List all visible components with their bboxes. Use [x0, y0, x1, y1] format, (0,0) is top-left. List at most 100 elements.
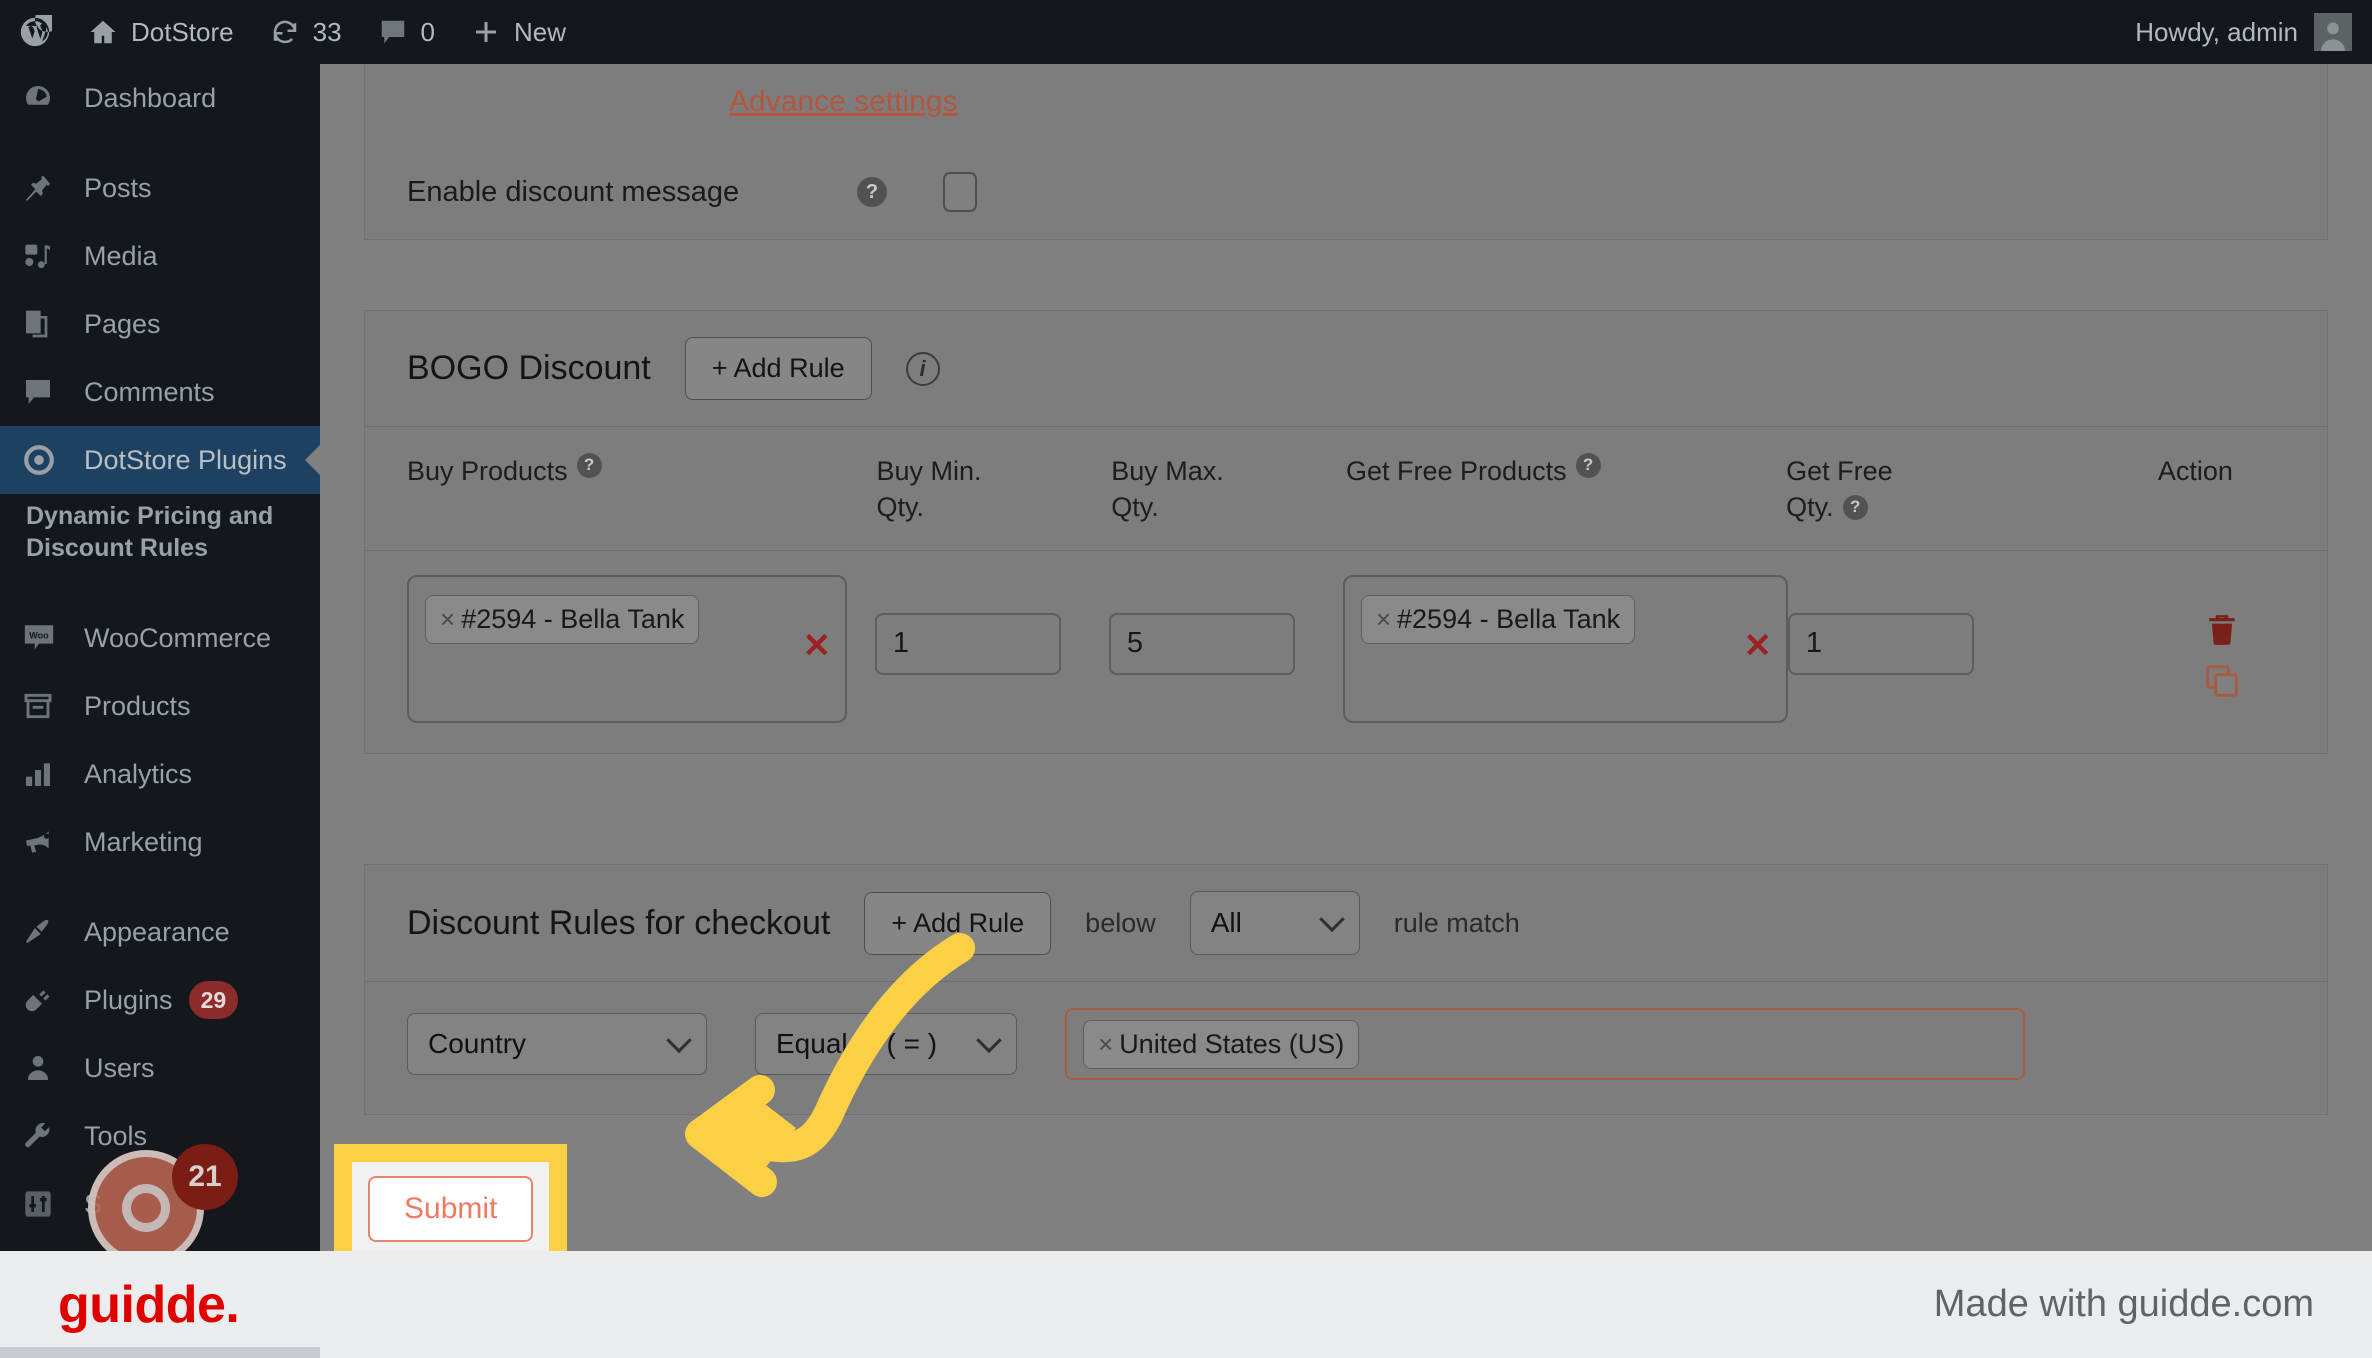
tag-remove-x-icon[interactable]: ×: [440, 604, 455, 635]
question-mark-icon[interactable]: ?: [857, 177, 887, 207]
sidebar-item-label: Products: [84, 690, 191, 721]
question-mark-icon[interactable]: ?: [1842, 495, 1868, 521]
rule-field-select[interactable]: Country: [407, 1013, 707, 1075]
rule-match-value: All: [1210, 907, 1242, 938]
clear-all-x-icon[interactable]: ✕: [803, 629, 832, 663]
bogo-rules-table: Buy Products ? Buy Min. Qty. Buy Max. Qt…: [365, 427, 2327, 753]
column-header-label-line1: Get Free: [1786, 456, 1893, 486]
get-free-products-multiselect[interactable]: × #2594 - Bella Tank ✕: [1342, 574, 1788, 723]
column-header-action: Action: [2158, 453, 2285, 526]
sidebar-item-label: WooCommerce: [84, 622, 272, 653]
checkout-rules-panel: Discount Rules for checkout + Add Rule b…: [364, 864, 2328, 1115]
analytics-bars-icon: [22, 758, 70, 790]
comments-icon: [22, 376, 70, 408]
sidebar-item-label: Posts: [84, 172, 152, 203]
updates-icon: [270, 17, 300, 47]
appearance-brush-icon: [22, 916, 70, 948]
question-mark-icon[interactable]: ?: [576, 453, 602, 478]
user-avatar-icon: [2314, 13, 2352, 51]
buy-min-qty-cell: [874, 575, 1109, 723]
sidebar-item-woocommerce[interactable]: Woo WooCommerce: [0, 604, 320, 672]
sidebar-item-label: Dashboard: [84, 82, 217, 113]
sidebar-item-pages[interactable]: Pages: [0, 290, 320, 358]
pages-icon: [22, 308, 70, 340]
comments-button[interactable]: 0: [360, 0, 453, 64]
submit-button[interactable]: Submit: [368, 1176, 534, 1242]
site-name-button[interactable]: DotStore: [70, 0, 252, 64]
column-header-label-line1: Buy Max.: [1111, 456, 1224, 486]
sidebar-item-plugins[interactable]: Plugins 29: [0, 966, 320, 1034]
products-box-icon: [22, 690, 70, 722]
sidebar-item-label: DotStore Plugins: [84, 444, 287, 475]
sidebar-item-media[interactable]: Media: [0, 222, 320, 290]
new-content-button[interactable]: New: [453, 0, 584, 64]
sidebar-item-marketing[interactable]: Marketing: [0, 808, 320, 876]
comments-count: 0: [420, 16, 435, 47]
copy-duplicate-icon[interactable]: [2203, 662, 2241, 705]
recording-step-badge: 21: [172, 1144, 238, 1210]
column-header-buy-max-qty: Buy Max. Qty.: [1111, 453, 1346, 526]
question-mark-icon[interactable]: ?: [1575, 453, 1601, 478]
sidebar-item-label: Appearance: [84, 916, 230, 947]
sidebar-separator: [0, 582, 320, 604]
updates-count: 33: [312, 16, 342, 47]
get-free-qty-cell: [1787, 575, 2158, 723]
sidebar-item-users[interactable]: Users: [0, 1034, 320, 1102]
buy-products-multiselect[interactable]: × #2594 - Bella Tank ✕: [407, 574, 847, 723]
rule-field-value: Country: [428, 1028, 527, 1059]
tag-remove-x-icon[interactable]: ×: [1098, 1029, 1113, 1060]
bogo-discount-panel: BOGO Discount + Add Rule i Buy Products …: [364, 310, 2328, 754]
sidebar-item-posts[interactable]: Posts: [0, 154, 320, 222]
buy-max-qty-input[interactable]: [1108, 612, 1295, 675]
rule-match-select[interactable]: All: [1189, 891, 1360, 955]
sidebar-item-comments[interactable]: Comments: [0, 358, 320, 426]
comment-bubble-icon: [378, 17, 408, 47]
settings-sliders-icon: [22, 1188, 70, 1220]
clear-all-x-icon[interactable]: ✕: [1743, 629, 1772, 663]
sidebar-item-label: Users: [84, 1052, 155, 1083]
sidebar-item-analytics[interactable]: Analytics: [0, 740, 320, 808]
product-tag-label: #2594 - Bella Tank: [461, 603, 685, 634]
wordpress-logo-button[interactable]: [0, 0, 70, 64]
plus-icon: [471, 17, 501, 47]
sidebar-item-dotstore-plugins[interactable]: DotStore Plugins: [0, 426, 320, 494]
checkout-add-rule-button[interactable]: + Add Rule: [864, 891, 1052, 955]
column-header-get-free-qty: Get Free Qty. ?: [1786, 453, 2158, 526]
rule-value-multiselect[interactable]: × United States (US): [1065, 1008, 2025, 1080]
updates-button[interactable]: 33: [252, 0, 360, 64]
table-row: × #2594 - Bella Tank ✕ 1 5 × #2594 - Bel…: [365, 551, 2327, 753]
home-icon: [88, 17, 118, 47]
pin-icon: [22, 172, 70, 204]
dashboard-icon: [22, 82, 70, 114]
sidebar-item-dashboard[interactable]: Dashboard: [0, 64, 320, 132]
advance-settings-link[interactable]: Advance settings: [729, 64, 957, 145]
sidebar-item-label: Comments: [84, 376, 215, 407]
info-circle-icon[interactable]: i: [905, 351, 940, 386]
rule-operator-select[interactable]: Equal to ( = ): [755, 1013, 1017, 1075]
bogo-panel-title: BOGO Discount: [407, 349, 651, 387]
product-tag[interactable]: × #2594 - Bella Tank: [425, 594, 700, 644]
column-header-label-line2: Qty.: [1111, 492, 1159, 523]
get-free-qty-input[interactable]: [1787, 612, 1974, 675]
trash-can-icon[interactable]: [2203, 611, 2241, 654]
sidebar-item-products[interactable]: Products: [0, 672, 320, 740]
country-tag[interactable]: × United States (US): [1083, 1019, 1360, 1069]
sidebar-item-appearance[interactable]: Appearance: [0, 898, 320, 966]
product-tag[interactable]: × #2594 - Bella Tank: [1360, 594, 1636, 644]
users-icon: [22, 1052, 70, 1084]
svg-text:Woo: Woo: [29, 631, 49, 641]
sidebar-item-label: Pages: [84, 308, 161, 339]
account-menu[interactable]: Howdy, admin: [2135, 13, 2372, 51]
chevron-down-icon: [666, 1027, 692, 1054]
tag-remove-x-icon[interactable]: ×: [1376, 604, 1391, 635]
sidebar-submenu-dynamic-pricing[interactable]: Dynamic Pricing and Discount Rules: [0, 494, 300, 582]
product-tag-label: #2594 - Bella Tank: [1397, 603, 1621, 634]
buy-min-qty-input[interactable]: [874, 612, 1061, 675]
wordpress-admin-app: DotStore 33 0 New Howdy, admin Dashboard…: [0, 0, 2372, 1251]
bogo-add-rule-button[interactable]: + Add Rule: [684, 337, 872, 400]
marketing-megaphone-icon: [22, 826, 70, 858]
checkout-rule-row: Country Equal to ( = ) × United States (…: [365, 982, 2327, 1114]
enable-discount-message-checkbox[interactable]: [943, 172, 977, 212]
advance-settings-row: Advance settings: [365, 64, 2327, 145]
below-label: below: [1085, 907, 1156, 938]
